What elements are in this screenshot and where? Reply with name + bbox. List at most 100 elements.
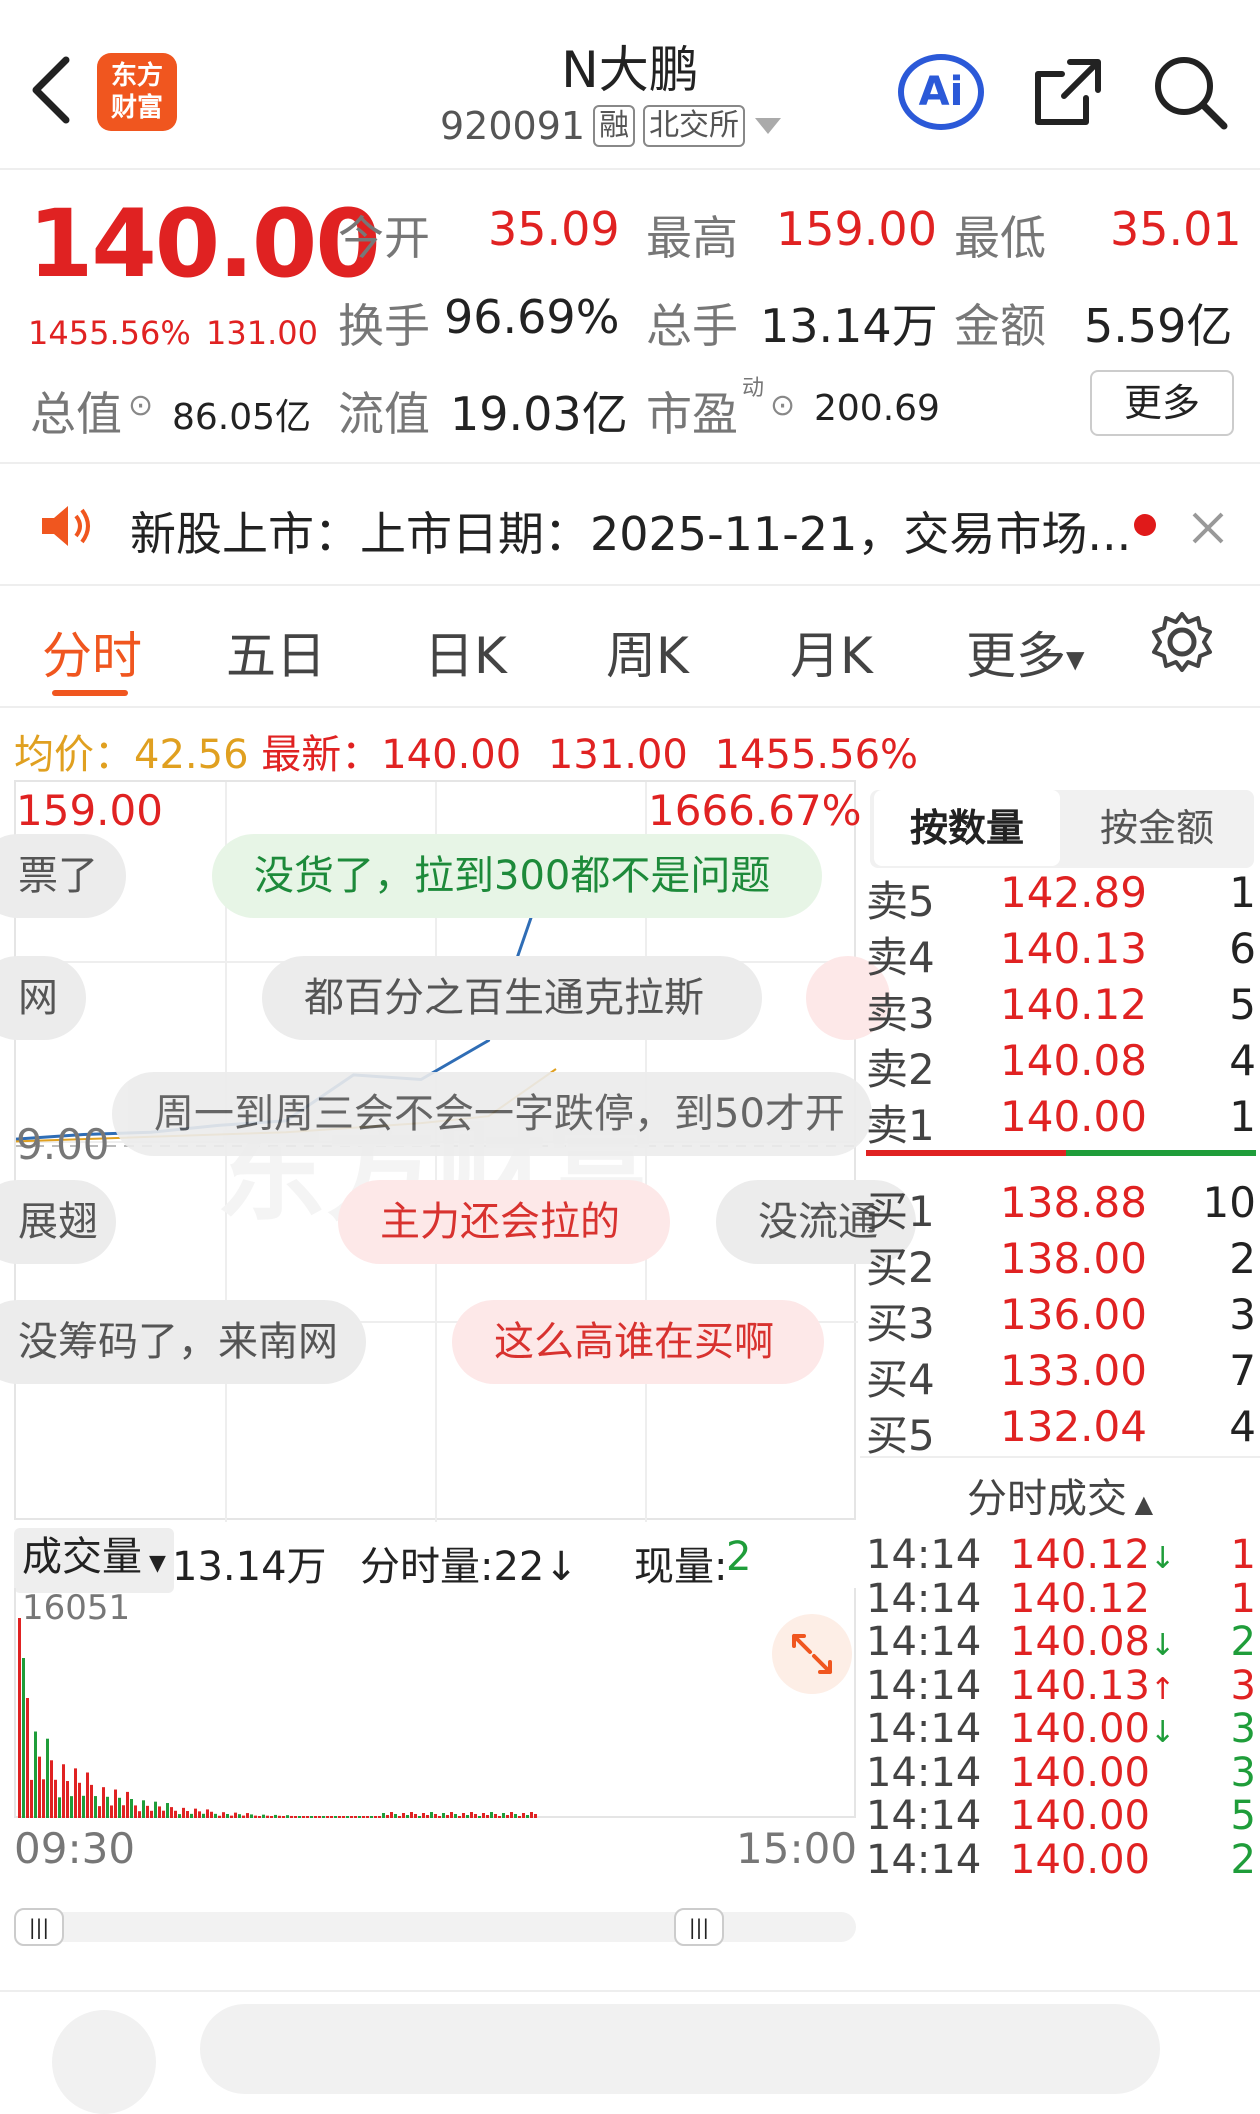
bottom-icon-button[interactable] bbox=[52, 2010, 156, 2114]
volume-bar bbox=[38, 1756, 41, 1818]
ask-label: 卖2 bbox=[866, 1045, 935, 1094]
volume-bar bbox=[434, 1814, 437, 1818]
volume-bar bbox=[182, 1807, 185, 1818]
tab-intraday[interactable]: 分时 bbox=[42, 616, 142, 688]
volume-bar bbox=[238, 1814, 241, 1818]
ask-label: 卖3 bbox=[866, 989, 935, 1038]
tab-five-day[interactable]: 五日 bbox=[226, 616, 326, 688]
comment-bubble-1[interactable]: 票了 bbox=[0, 834, 126, 918]
comment-bubble-10[interactable]: 没筹码了，来南网 bbox=[0, 1300, 366, 1384]
volume-bar bbox=[202, 1813, 205, 1818]
range-handle-right[interactable]: ||| bbox=[674, 1908, 724, 1946]
info-dots-icon-2[interactable]: ⊙ bbox=[770, 388, 795, 423]
caret-down-icon[interactable] bbox=[753, 116, 783, 136]
tab-by-amount[interactable]: 按金额 bbox=[1064, 790, 1250, 866]
volume-bar bbox=[514, 1814, 517, 1818]
volume-period: 分时量:22↓ bbox=[360, 1544, 578, 1590]
tab-more-label: 更多 bbox=[966, 627, 1066, 685]
close-icon[interactable] bbox=[1190, 510, 1226, 546]
volume-bar bbox=[254, 1815, 257, 1818]
volume-bar bbox=[450, 1812, 453, 1818]
comment-bubble-6[interactable]: 周一到周三会不会一字跌停，到50才开 bbox=[112, 1072, 872, 1156]
volume-bar bbox=[474, 1814, 477, 1818]
bid-price: 132.04 bbox=[1000, 1402, 1147, 1451]
float-value: 19.03亿 bbox=[450, 387, 628, 441]
volume-bar bbox=[338, 1816, 341, 1818]
mktcap-value: 86.05亿 bbox=[172, 397, 312, 438]
volume-bar bbox=[198, 1811, 201, 1818]
notice-bar[interactable]: 新股上市：上市日期：2025-11-21，交易市场... bbox=[0, 462, 1260, 586]
comment-bubble-2[interactable]: 没货了，拉到300都不是问题 bbox=[212, 834, 822, 918]
trade-qty: 3 bbox=[1230, 1749, 1256, 1796]
bid-label: 买1 bbox=[866, 1187, 935, 1236]
volume-bar bbox=[530, 1812, 533, 1818]
stock-code-row[interactable]: 920091 融 北交所 bbox=[440, 104, 783, 148]
bid-price: 138.00 bbox=[1000, 1234, 1147, 1283]
header-bar: 东方 财富 N大鹏 920091 融 北交所 Ai bbox=[0, 0, 1260, 170]
exchange-tag: 北交所 bbox=[643, 105, 746, 147]
trade-qty: 3 bbox=[1230, 1662, 1256, 1709]
share-icon[interactable] bbox=[1030, 54, 1106, 130]
more-button[interactable]: 更多 bbox=[1090, 370, 1234, 436]
volume-bar bbox=[22, 1658, 25, 1818]
volume-bar bbox=[358, 1816, 361, 1818]
comment-bubble-11[interactable]: 这么高谁在买啊 bbox=[452, 1300, 824, 1384]
expand-button[interactable] bbox=[772, 1614, 852, 1694]
tab-by-quantity[interactable]: 按数量 bbox=[874, 790, 1060, 866]
volume-bar bbox=[502, 1813, 505, 1818]
volume-selector[interactable]: 成交量 ▼ bbox=[14, 1528, 174, 1593]
volume-bar bbox=[66, 1781, 69, 1818]
info-dots-icon[interactable]: ⊙ bbox=[128, 388, 153, 423]
comment-bubble-7[interactable]: 展翅 bbox=[0, 1180, 116, 1264]
volume-bar bbox=[74, 1768, 77, 1818]
comment-bubble-8[interactable]: 主力还会拉的 bbox=[338, 1180, 670, 1264]
chart-top-price: 159.00 bbox=[16, 786, 163, 835]
settings-gear-icon[interactable] bbox=[1150, 610, 1214, 674]
ask-price: 140.08 bbox=[1000, 1036, 1147, 1085]
volume-bar bbox=[386, 1815, 389, 1818]
trade-time: 14:14 bbox=[866, 1749, 982, 1796]
bid-label: 买5 bbox=[866, 1411, 935, 1460]
low-value: 35.01 bbox=[1110, 202, 1242, 256]
range-slider-track[interactable]: ||| ||| bbox=[14, 1908, 856, 1946]
volume-bar bbox=[130, 1799, 133, 1818]
volume-bar bbox=[482, 1813, 485, 1818]
search-icon[interactable] bbox=[1150, 52, 1230, 132]
volume-bar bbox=[526, 1815, 529, 1818]
volume-bar bbox=[494, 1814, 497, 1818]
trade-price: 140.08↓ bbox=[1010, 1619, 1176, 1665]
volume-bar bbox=[302, 1816, 305, 1818]
latest-change: 131.00 bbox=[547, 732, 688, 778]
ai-button[interactable]: Ai bbox=[898, 54, 984, 130]
range-handle-left[interactable]: ||| bbox=[14, 1908, 64, 1946]
volume-bar bbox=[218, 1815, 221, 1818]
volume-bar bbox=[466, 1815, 469, 1818]
pe-value: 200.69 bbox=[814, 388, 940, 429]
volume-bar bbox=[454, 1814, 457, 1818]
volume-bar bbox=[78, 1782, 81, 1818]
volume-bar bbox=[354, 1816, 357, 1818]
ask-row: 卖1 140.00 1 bbox=[866, 1092, 1256, 1150]
volume-bar bbox=[370, 1816, 373, 1818]
trades-title[interactable]: 分时成交 ▲ bbox=[860, 1466, 1260, 1524]
trade-time: 14:14 bbox=[866, 1836, 982, 1883]
comment-bubble-4[interactable]: 都百分之百生通克拉斯 bbox=[262, 956, 762, 1040]
comment-input[interactable] bbox=[200, 2004, 1160, 2094]
volume-bar bbox=[146, 1805, 149, 1818]
volume-bar bbox=[378, 1816, 381, 1818]
volume-bar bbox=[194, 1808, 197, 1818]
ask-price: 140.00 bbox=[1000, 1092, 1147, 1141]
volume-selector-label: 成交量 bbox=[22, 1534, 142, 1580]
tab-daily-k[interactable]: 日K bbox=[424, 616, 507, 688]
tab-weekly-k[interactable]: 周K bbox=[606, 616, 689, 688]
trade-price: 140.00 bbox=[1010, 1793, 1150, 1839]
trade-time: 14:14 bbox=[866, 1619, 982, 1665]
tab-more[interactable]: 更多▼ bbox=[966, 616, 1084, 688]
volume-bar bbox=[206, 1809, 209, 1818]
volume-label: 总手 bbox=[646, 299, 738, 353]
tab-monthly-k[interactable]: 月K bbox=[790, 616, 873, 688]
comment-bubble-3[interactable]: 网 bbox=[0, 956, 86, 1040]
volume-chart[interactable]: 16051 bbox=[14, 1588, 856, 1818]
intraday-chart[interactable]: 东方财富 159.00 1666.67% 9.00 票了 没货了，拉到300都不… bbox=[0, 780, 916, 1522]
bid-qty: 3 bbox=[1229, 1290, 1256, 1339]
